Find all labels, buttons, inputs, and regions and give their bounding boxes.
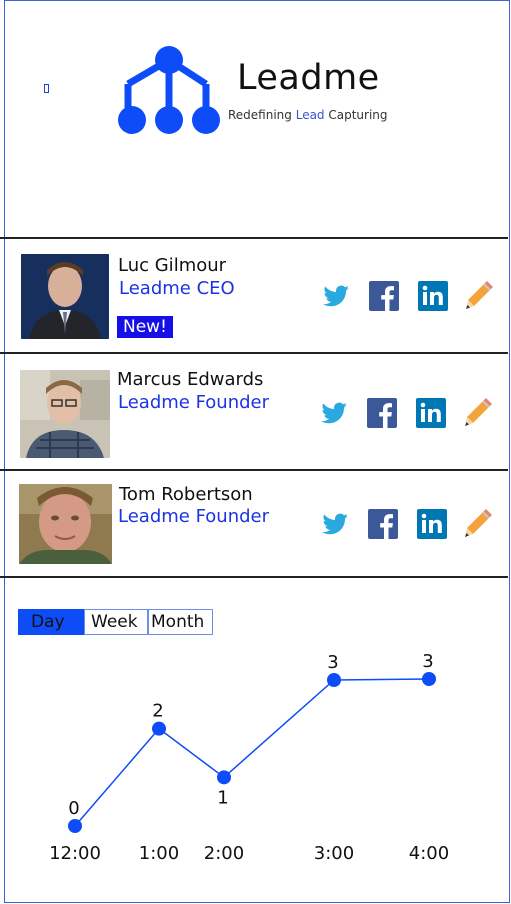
avatar xyxy=(20,370,110,458)
data-label: 3 xyxy=(327,652,338,673)
contact-card[interactable]: Marcus Edwards Leadme Founder xyxy=(0,354,508,469)
twitter-icon[interactable] xyxy=(320,509,350,539)
brand-name: Leadme xyxy=(237,58,380,98)
leadme-logo xyxy=(118,46,220,134)
facebook-icon[interactable] xyxy=(368,509,398,539)
tab-day[interactable]: Day xyxy=(18,609,84,635)
data-label: 3 xyxy=(422,651,433,672)
range-tabs: Day Week Month xyxy=(18,609,213,635)
contact-role: Leadme CEO xyxy=(119,278,235,299)
facebook-icon[interactable] xyxy=(369,281,399,311)
x-tick-label: 2:00 xyxy=(204,843,244,864)
avatar xyxy=(19,484,112,564)
tab-week[interactable]: Week xyxy=(84,609,148,635)
contact-card[interactable]: Tom Robertson Leadme Founder xyxy=(0,471,508,576)
pencil-icon[interactable] xyxy=(462,398,492,428)
data-point[interactable] xyxy=(68,819,82,833)
data-label: 1 xyxy=(217,787,228,808)
linkedin-icon[interactable] xyxy=(416,398,446,428)
x-tick-label: 3:00 xyxy=(314,843,354,864)
contact-name: Marcus Edwards xyxy=(117,369,264,390)
contact-name: Tom Robertson xyxy=(119,484,253,505)
linkedin-icon[interactable] xyxy=(418,281,448,311)
activity-line-chart: 012:0021:0012:0033:0034:00 xyxy=(49,651,449,864)
data-point[interactable] xyxy=(422,672,436,686)
checkbox-placeholder[interactable] xyxy=(44,84,49,93)
x-tick-label: 4:00 xyxy=(409,843,449,864)
data-point[interactable] xyxy=(217,770,231,785)
divider xyxy=(0,576,508,578)
contact-role: Leadme Founder xyxy=(118,506,270,527)
data-label: 0 xyxy=(68,798,79,819)
contact-card[interactable]: Luc Gilmour Leadme CEO New! xyxy=(0,239,508,352)
avatar xyxy=(21,254,109,339)
brand-tagline: Redefining Lead Capturing xyxy=(228,108,388,122)
facebook-icon[interactable] xyxy=(367,398,397,428)
contact-role: Leadme Founder xyxy=(118,392,270,413)
contact-name: Luc Gilmour xyxy=(118,255,227,276)
data-point[interactable] xyxy=(327,673,341,687)
new-badge: New! xyxy=(117,316,173,338)
tab-month[interactable]: Month xyxy=(148,609,213,635)
twitter-icon[interactable] xyxy=(319,398,349,428)
series-line xyxy=(74,678,430,827)
x-tick-label: 1:00 xyxy=(139,843,179,864)
data-point[interactable] xyxy=(152,721,166,736)
pencil-icon[interactable] xyxy=(463,281,493,311)
x-tick-label: 12:00 xyxy=(49,843,101,864)
linkedin-icon[interactable] xyxy=(417,509,447,539)
data-label: 2 xyxy=(152,701,163,722)
twitter-icon[interactable] xyxy=(321,281,351,311)
pencil-icon[interactable] xyxy=(462,509,492,539)
